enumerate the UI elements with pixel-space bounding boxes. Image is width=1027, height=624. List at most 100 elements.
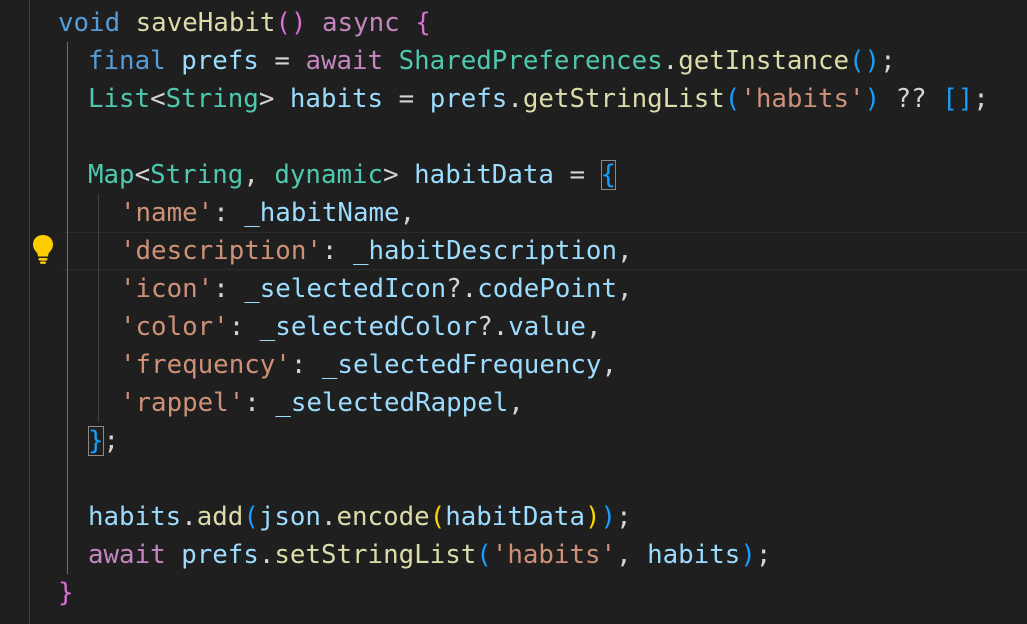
code-token: prefs <box>181 46 259 76</box>
code-token: codePoint <box>477 274 617 304</box>
code-line[interactable]: Map<String, dynamic> habitData = { <box>88 156 617 194</box>
code-token: SharedPreferences <box>398 46 663 76</box>
code-line[interactable]: } <box>58 574 74 612</box>
code-token: [] <box>942 84 974 114</box>
code-token: : <box>228 312 260 342</box>
code-token: } <box>58 578 74 608</box>
code-token: { <box>415 8 431 38</box>
code-token: , <box>399 198 416 228</box>
code-token: , <box>617 274 633 304</box>
code-line[interactable]: 'name': _habitName, <box>120 194 415 232</box>
code-token: String <box>150 160 244 190</box>
code-token: < <box>134 160 151 190</box>
code-line[interactable]: await prefs.setStringList('habits', habi… <box>88 536 771 574</box>
code-token: ; <box>880 46 896 76</box>
code-line[interactable]: List<String> habits = prefs.getStringLis… <box>88 80 989 118</box>
indent-guide-active <box>67 42 68 574</box>
code-token: ) <box>600 502 617 532</box>
matched-bracket: { <box>600 160 617 190</box>
code-token: ?. <box>446 274 478 304</box>
code-line[interactable]: 'frequency': _selectedFrequency, <box>120 346 617 384</box>
code-line[interactable]: 'icon': _selectedIcon?.codePoint, <box>120 270 633 308</box>
code-token: ( <box>724 84 741 114</box>
code-token: getInstance <box>678 46 850 76</box>
lightbulb-icon[interactable] <box>31 233 55 265</box>
code-token: ( <box>429 502 446 532</box>
code-token: await <box>88 540 166 570</box>
code-token: , <box>508 388 524 418</box>
code-token: 'description' <box>120 236 322 266</box>
code-token: > <box>258 84 275 114</box>
code-token: ; <box>755 540 772 570</box>
code-token: ( <box>243 502 259 532</box>
code-line[interactable]: habits.add(json.encode(habitData)); <box>88 498 632 536</box>
code-token: String <box>165 84 259 114</box>
code-token: habits <box>289 84 384 114</box>
code-token: ) <box>585 502 601 532</box>
code-editor[interactable]: void saveHabit() async {final prefs = aw… <box>0 0 1027 624</box>
code-token: , <box>243 160 275 190</box>
code-token: _habitName <box>244 198 400 228</box>
indent-guide <box>98 194 99 422</box>
code-token: ?. <box>477 312 509 342</box>
code-token: saveHabit <box>135 8 276 38</box>
code-token: 'habits' <box>740 84 865 114</box>
code-line[interactable]: 'color': _selectedColor?.value, <box>120 308 601 346</box>
code-token: 'frequency' <box>120 350 291 380</box>
code-token: 'color' <box>120 312 229 342</box>
code-token: encode <box>336 502 430 532</box>
code-token: , <box>585 312 602 342</box>
code-token: habitData <box>414 160 554 190</box>
indent-guide <box>29 0 30 624</box>
code-token: 'rappel' <box>120 388 245 418</box>
code-line[interactable]: 'description': _habitDescription, <box>120 232 633 270</box>
code-token: < <box>150 84 166 114</box>
code-token: , <box>601 350 617 380</box>
code-token: _selectedColor <box>259 312 478 342</box>
code-token: async <box>322 8 400 38</box>
code-token: ; <box>103 426 120 456</box>
code-token: 'icon' <box>120 274 214 304</box>
matched-bracket: } <box>88 426 104 456</box>
code-token: void <box>58 8 121 38</box>
code-token: habits <box>647 540 741 570</box>
code-line[interactable]: }; <box>88 422 119 460</box>
code-line[interactable]: void saveHabit() async { <box>58 4 431 42</box>
code-token: prefs <box>181 540 259 570</box>
code-token: . <box>662 46 679 76</box>
code-token: List <box>88 84 151 114</box>
code-token: _selectedFrequency <box>321 350 602 380</box>
code-token: ; <box>616 502 632 532</box>
code-line[interactable]: 'rappel': _selectedRappel, <box>120 384 524 422</box>
code-token: . <box>181 502 197 532</box>
code-token: : <box>213 198 245 228</box>
code-token: ?? <box>880 84 943 114</box>
code-token: _selectedRappel <box>275 388 509 418</box>
code-token: add <box>196 502 244 532</box>
code-token: _habitDescription <box>352 236 617 266</box>
code-token: , <box>616 540 648 570</box>
code-token: ) <box>864 84 881 114</box>
code-token: . <box>320 502 337 532</box>
code-token: ; <box>973 84 989 114</box>
code-line[interactable]: final prefs = await SharedPreferences.ge… <box>88 42 896 80</box>
code-token: prefs <box>429 84 508 114</box>
code-token: : <box>321 236 353 266</box>
code-token: dynamic <box>274 160 384 190</box>
code-token: getStringList <box>522 84 725 114</box>
code-token: . <box>507 84 523 114</box>
code-token: () <box>275 8 307 38</box>
code-token: 'name' <box>120 198 214 228</box>
code-token: > <box>383 160 399 190</box>
code-token: final <box>88 46 166 76</box>
code-token: 'habits' <box>491 540 617 570</box>
code-token: json <box>258 502 321 532</box>
code-token: habitData <box>445 502 585 532</box>
